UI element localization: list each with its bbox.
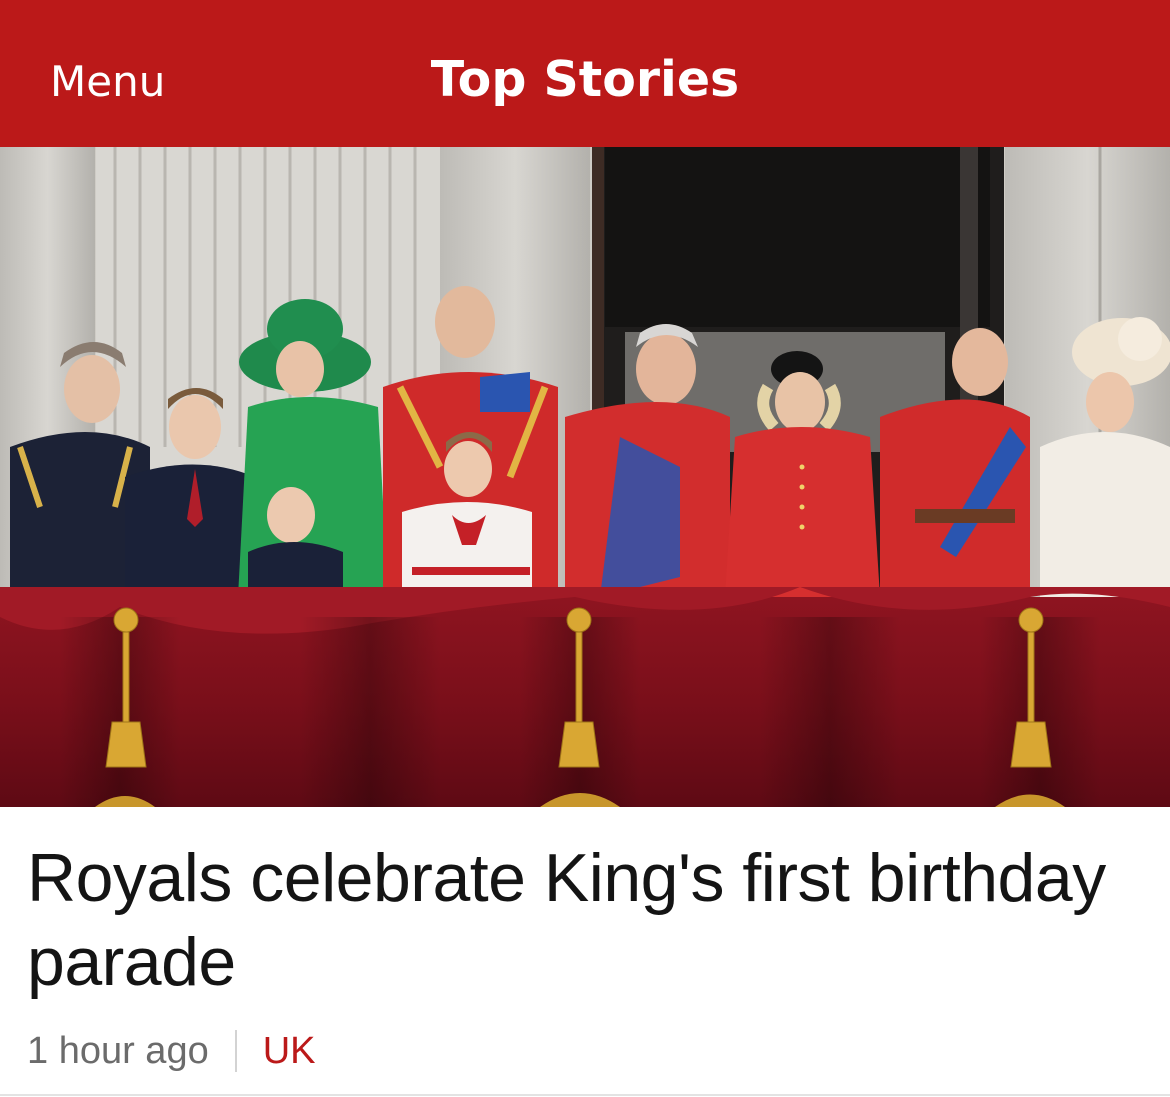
divider <box>0 1094 1170 1096</box>
story-headline[interactable]: Royals celebrate King's first birthday p… <box>27 836 1137 1004</box>
story-topic-link[interactable]: UK <box>263 1026 316 1076</box>
news-app: Menu Top Stories Royals celebrate King's… <box>0 0 1170 1097</box>
top-bar: Menu Top Stories <box>0 0 1170 147</box>
story-meta: 1 hour ago UK <box>27 1026 316 1076</box>
story-image[interactable] <box>0 147 1170 807</box>
story-timestamp: 1 hour ago <box>27 1030 209 1072</box>
royal-balcony-photo <box>0 147 1170 807</box>
page-title: Top Stories <box>430 51 740 108</box>
meta-divider <box>234 1030 237 1072</box>
